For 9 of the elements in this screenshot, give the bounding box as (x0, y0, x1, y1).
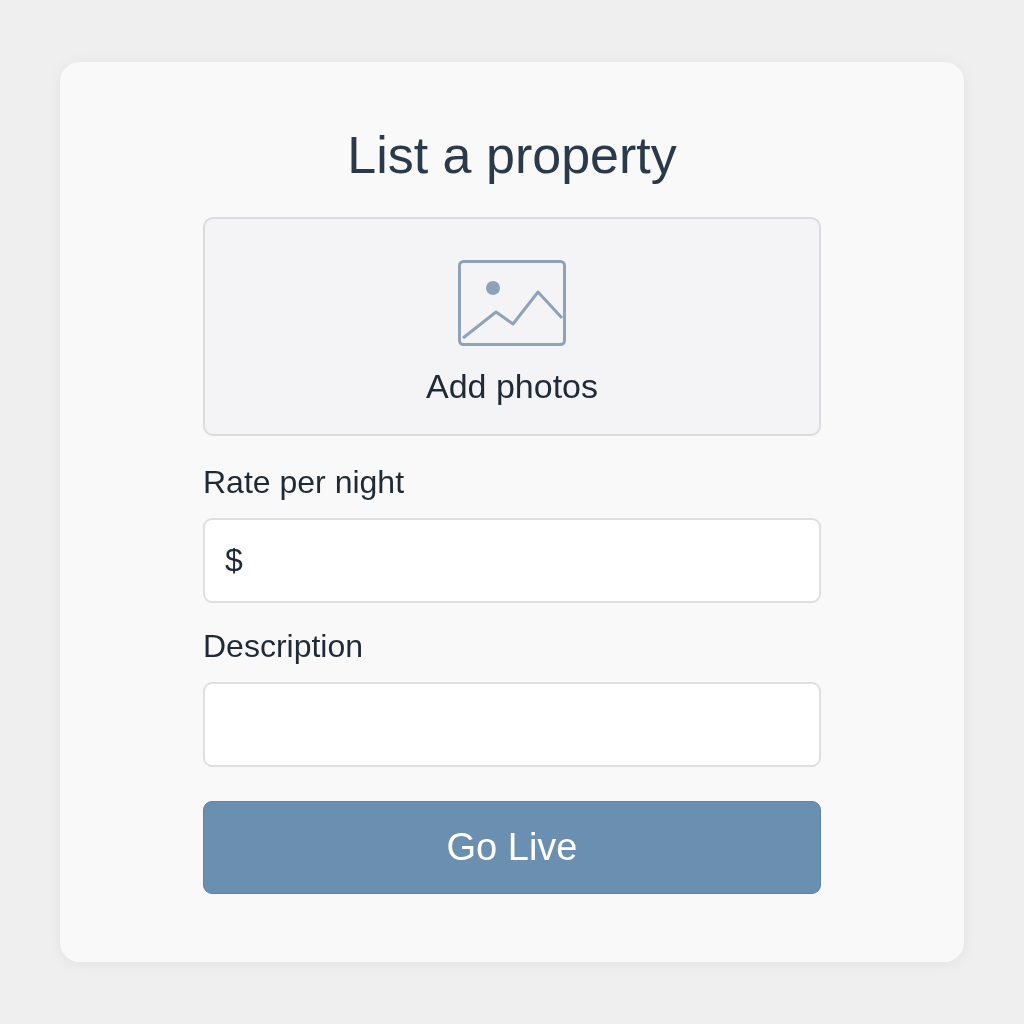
photo-upload-area[interactable]: Add photos (203, 217, 821, 436)
currency-prefix: $ (225, 542, 243, 579)
page-title: List a property (347, 128, 677, 182)
field-label: Description (203, 627, 364, 666)
input-field[interactable] (203, 682, 821, 767)
upload-label: Add photos (426, 366, 598, 406)
input-field[interactable]: $ (203, 518, 821, 603)
field-label: Rate per night (203, 463, 404, 502)
image-icon (458, 260, 566, 346)
